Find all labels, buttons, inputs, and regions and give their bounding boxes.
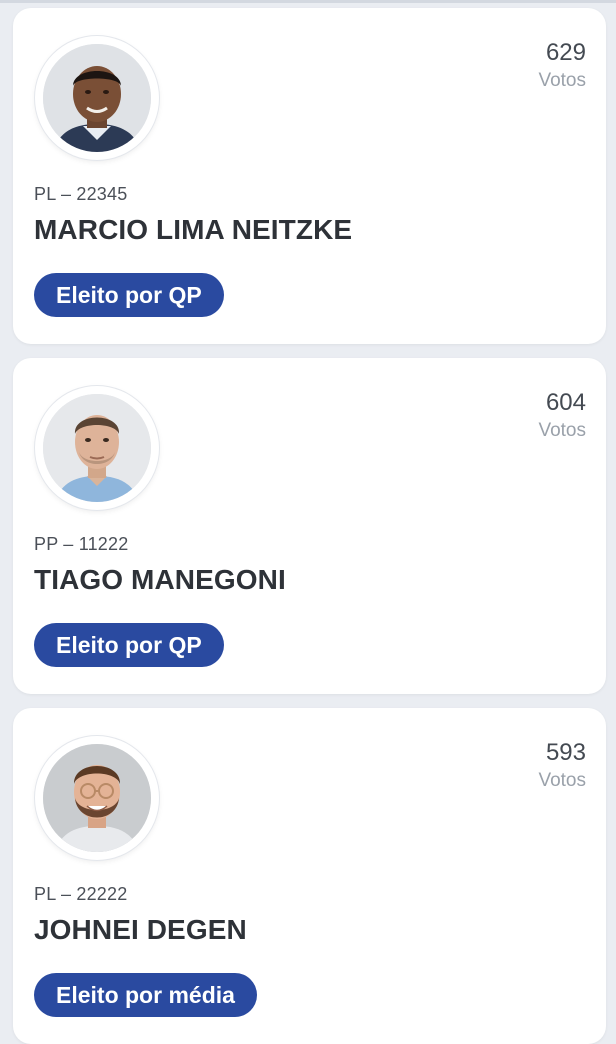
avatar [35, 36, 159, 160]
candidate-photo [43, 394, 151, 502]
top-edge-divider [0, 0, 616, 3]
candidate-photo [43, 44, 151, 152]
status-badge: Eleito por média [34, 973, 257, 1017]
party-number: PL – 22222 [34, 884, 128, 904]
party-number: PP – 11222 [34, 534, 129, 554]
votes-count: 593 [545, 739, 586, 766]
candidate-card[interactable]: 604 Votos PP – 11222 TIAGO MANEGONI Elei… [13, 358, 606, 694]
candidate-card[interactable]: 629 Votos PL – 22345 MARCIO LIMA NEITZKE… [13, 8, 606, 344]
votes-block: 604 Votos [538, 388, 586, 444]
candidate-name: TIAGO MANEGONI [34, 564, 286, 595]
avatar [35, 386, 159, 510]
candidate-name: MARCIO LIMA NEITZKE [34, 214, 353, 245]
votes-label: Votos [538, 70, 586, 91]
votes-count: 604 [545, 389, 586, 416]
party-number: PL – 22345 [34, 184, 128, 204]
candidate-photo [43, 744, 151, 852]
status-badge: Eleito por QP [34, 623, 224, 667]
votes-block: 629 Votos [538, 38, 586, 94]
votes-block: 593 Votos [538, 738, 586, 794]
avatar [35, 736, 159, 860]
candidate-name: JOHNEI DEGEN [34, 914, 247, 945]
candidate-card[interactable]: 593 Votos PL – 22222 JOHNEI DEGEN Eleito… [13, 708, 606, 1044]
status-badge: Eleito por QP [34, 273, 224, 317]
votes-count: 629 [545, 39, 586, 66]
votes-label: Votos [538, 770, 586, 791]
votes-label: Votos [538, 420, 586, 441]
